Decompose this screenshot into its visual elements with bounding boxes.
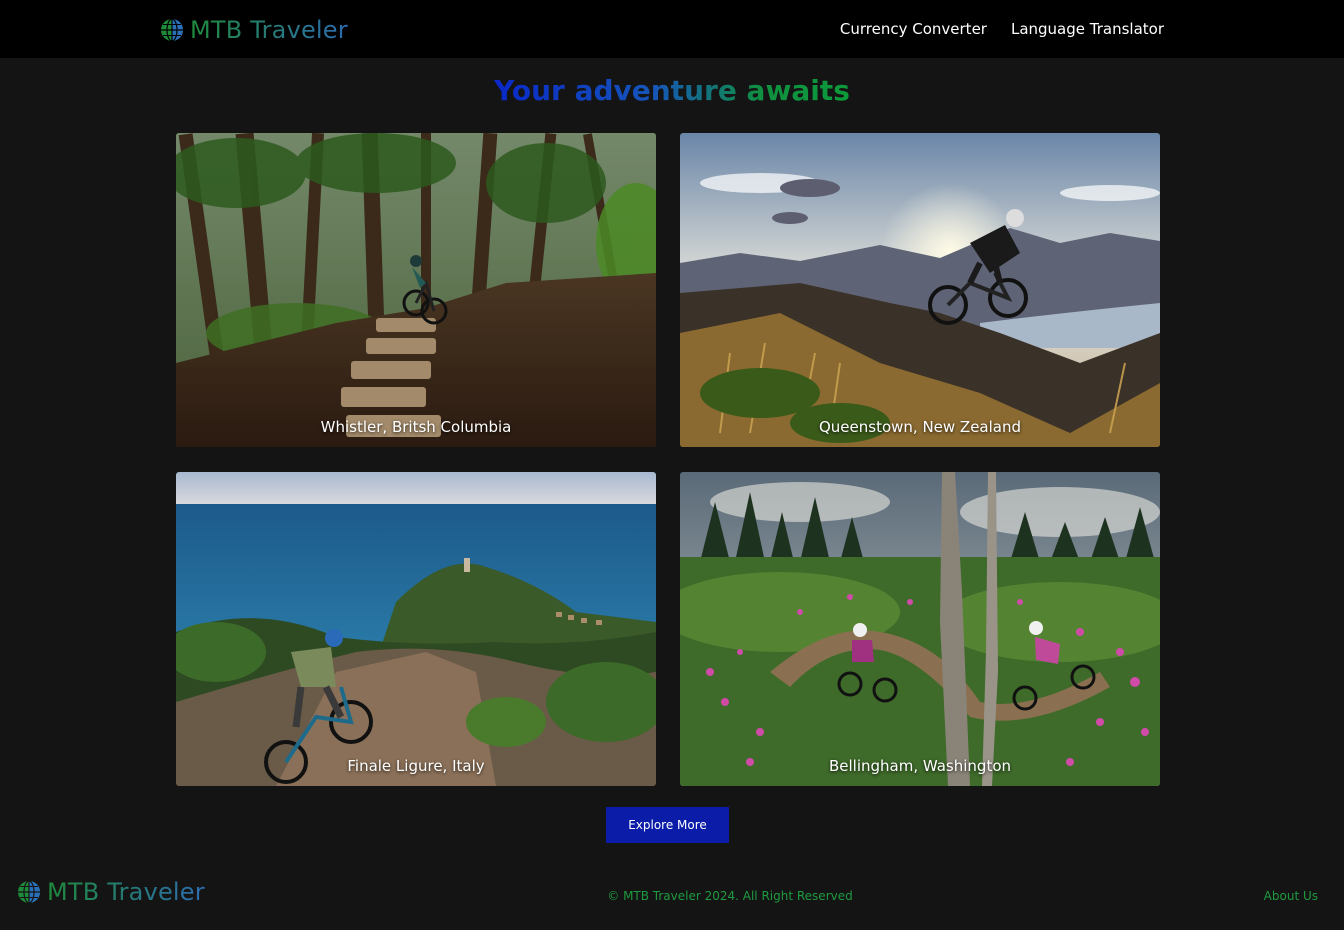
- destination-image-finale-ligure: [176, 472, 656, 786]
- destination-image-whistler: [176, 133, 656, 447]
- explore-more-button[interactable]: Explore More: [606, 807, 729, 843]
- copyright-text: © MTB Traveler 2024. All Right Reserved: [607, 889, 853, 903]
- destination-label-bellingham: Bellingham, Washington: [828, 757, 1012, 775]
- destination-card-finale-ligure[interactable]: Finale Ligure, Italy: [176, 472, 656, 786]
- page-title: Your adventure awaits: [0, 73, 1344, 109]
- destination-image-bellingham: [680, 472, 1160, 786]
- destination-card-bellingham[interactable]: Bellingham, Washington: [680, 472, 1160, 786]
- main-nav: Currency Converter Language Translator: [840, 19, 1164, 39]
- brand-logo-link[interactable]: MTB Traveler: [160, 16, 348, 44]
- about-us-link[interactable]: About Us: [1264, 887, 1318, 905]
- brand-name: MTB Traveler: [190, 16, 348, 44]
- destination-label-queenstown: Queenstown, New Zealand: [818, 418, 1022, 436]
- destination-image-queenstown: [680, 133, 1160, 447]
- destination-card-queenstown[interactable]: Queenstown, New Zealand: [680, 133, 1160, 447]
- destination-label-finale-ligure: Finale Ligure, Italy: [347, 757, 485, 775]
- nav-currency-converter[interactable]: Currency Converter: [840, 19, 987, 39]
- navbar: MTB Traveler Currency Converter Language…: [0, 0, 1344, 58]
- destination-label-whistler: Whistler, Britsh Columbia: [320, 418, 512, 436]
- nav-language-translator[interactable]: Language Translator: [1011, 19, 1164, 39]
- globe-icon: [161, 18, 183, 42]
- destination-card-whistler[interactable]: Whistler, Britsh Columbia: [176, 133, 656, 447]
- page-title-text: Your adventure awaits: [494, 74, 850, 107]
